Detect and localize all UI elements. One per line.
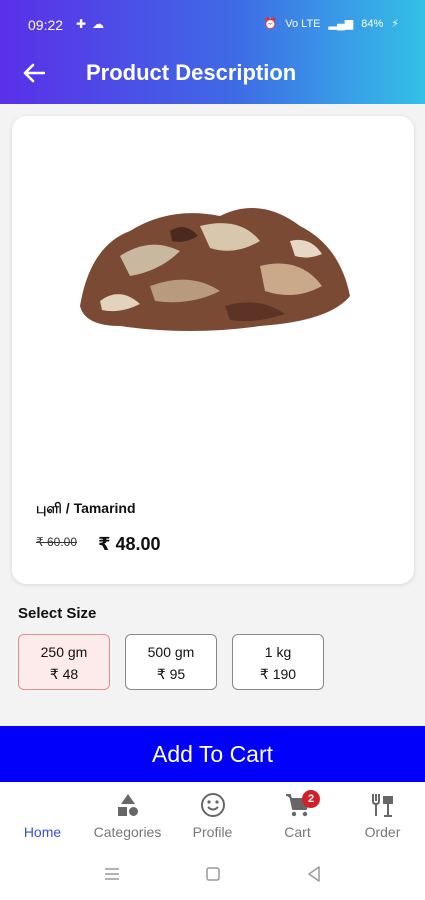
nav-item-categories[interactable]: Categories bbox=[85, 790, 170, 840]
size-weight: 250 gm bbox=[40, 644, 88, 660]
nav-label-home: Home bbox=[23, 824, 62, 840]
cloud-icon: ☁ bbox=[92, 17, 105, 31]
product-name: புளி / Tamarind bbox=[36, 500, 136, 516]
size-price: ₹ 95 bbox=[156, 666, 186, 682]
page-title: Product Description bbox=[86, 60, 297, 85]
size-option-250gm[interactable]: 250 gm ₹ 48 bbox=[18, 634, 110, 690]
back-button[interactable] bbox=[18, 58, 50, 88]
categories-icon bbox=[85, 790, 170, 820]
size-weight: 1 kg bbox=[264, 644, 292, 660]
size-price: ₹ 48 bbox=[49, 666, 79, 682]
nav-item-profile[interactable]: Profile bbox=[170, 790, 255, 840]
smiley-icon bbox=[170, 790, 255, 820]
size-option-1kg[interactable]: 1 kg ₹ 190 bbox=[232, 634, 324, 690]
nav-item-cart[interactable]: 2 Cart bbox=[255, 790, 340, 840]
status-notification-icons: ✚ ☁ bbox=[76, 17, 104, 31]
product-card: புளி / Tamarind ₹ 60.00 ₹ 48.00 bbox=[12, 116, 414, 584]
menu-lines-icon bbox=[105, 868, 119, 880]
status-bar: 09:22 ✚ ☁ ⏰ Vo LTE ▂▄▆ 84% ⚡ bbox=[0, 0, 425, 52]
nav-label-cart: Cart bbox=[284, 824, 311, 840]
cart-icon bbox=[255, 790, 340, 820]
size-price: ₹ 190 bbox=[259, 666, 297, 682]
home-icon bbox=[0, 790, 85, 820]
nav-label-order: Order bbox=[364, 824, 401, 840]
status-time: 09:22 bbox=[28, 17, 64, 33]
recents-button[interactable] bbox=[102, 864, 122, 884]
arrow-left-icon bbox=[23, 63, 45, 83]
order-icon bbox=[340, 790, 425, 820]
square-icon bbox=[206, 867, 220, 881]
size-option-500gm[interactable]: 500 gm ₹ 95 bbox=[125, 634, 217, 690]
select-size-label: Select Size bbox=[18, 605, 97, 622]
add-to-cart-button[interactable]: Add To Cart bbox=[0, 726, 425, 782]
sale-price: ₹ 48.00 bbox=[98, 534, 161, 554]
bottom-navigation: Home Categories Profile 2 Cart Order bbox=[0, 782, 425, 846]
back-system-button[interactable] bbox=[304, 864, 324, 884]
original-price: ₹ 60.00 bbox=[36, 535, 77, 549]
charging-icon: ⚡ bbox=[391, 18, 399, 30]
nav-item-order[interactable]: Order bbox=[340, 790, 425, 840]
system-navigation-bar bbox=[0, 846, 425, 900]
triangle-back-icon bbox=[308, 866, 320, 882]
home-system-button[interactable] bbox=[203, 864, 223, 884]
signal-label: Vo LTE bbox=[285, 17, 321, 30]
nav-label-categories: Categories bbox=[93, 824, 162, 840]
app-notification-icon: ✚ bbox=[76, 17, 87, 31]
nav-item-home[interactable]: Home bbox=[0, 790, 85, 840]
app-header: 09:22 ✚ ☁ ⏰ Vo LTE ▂▄▆ 84% ⚡ Product Des… bbox=[0, 0, 425, 104]
alarm-icon: ⏰ bbox=[263, 18, 278, 30]
status-right: ⏰ Vo LTE ▂▄▆ 84% ⚡ bbox=[263, 17, 399, 31]
size-weight: 500 gm bbox=[147, 644, 195, 660]
nav-label-profile: Profile bbox=[192, 824, 233, 840]
signal-icon: ▂▄▆ bbox=[328, 18, 354, 30]
cart-badge: 2 bbox=[302, 790, 320, 808]
battery-label: 84% bbox=[361, 17, 384, 30]
product-image bbox=[80, 208, 350, 331]
